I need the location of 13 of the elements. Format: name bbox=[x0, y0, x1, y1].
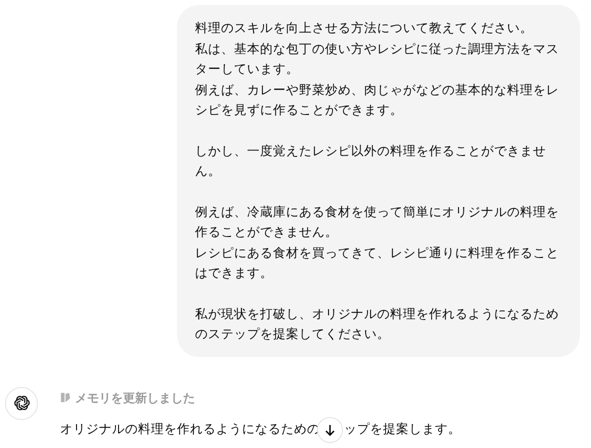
arrow-down-icon bbox=[324, 424, 336, 436]
message-text: 例えば、カレーや野菜炒め、肉じゃがなどの基本的な料理をレシピを見ずに作ることができます。 bbox=[195, 80, 560, 119]
message-text: レシピにある食材を買ってきて、レシピ通りに料理を作ることはできます。 bbox=[195, 244, 560, 282]
message-text: しかし、一度覚えたレシピ以外の料理を作ることができません。 bbox=[195, 142, 547, 180]
message-text: 例えば、冷蔵庫にある食材を使って簡単にオリジナルの料理を作ることができません。 bbox=[195, 202, 560, 241]
memory-icon bbox=[60, 392, 71, 403]
message-text: 料理のスキルを向上させる方法について教えてください。 bbox=[195, 19, 534, 37]
message-text: 私が現状を打破し、オリジナルの料理を作れるようになるためのステップを提案してください。 bbox=[195, 304, 560, 343]
logo-icon bbox=[12, 394, 30, 412]
assistant-text: ップを提案します。 bbox=[344, 420, 461, 438]
memory-status: メモリを更新しました bbox=[75, 390, 195, 406]
message-text: 私は、基本的な包丁の使い方やレシピに従った調理方法をマスターしています。 bbox=[195, 40, 560, 78]
scroll-down-button[interactable] bbox=[317, 416, 343, 442]
